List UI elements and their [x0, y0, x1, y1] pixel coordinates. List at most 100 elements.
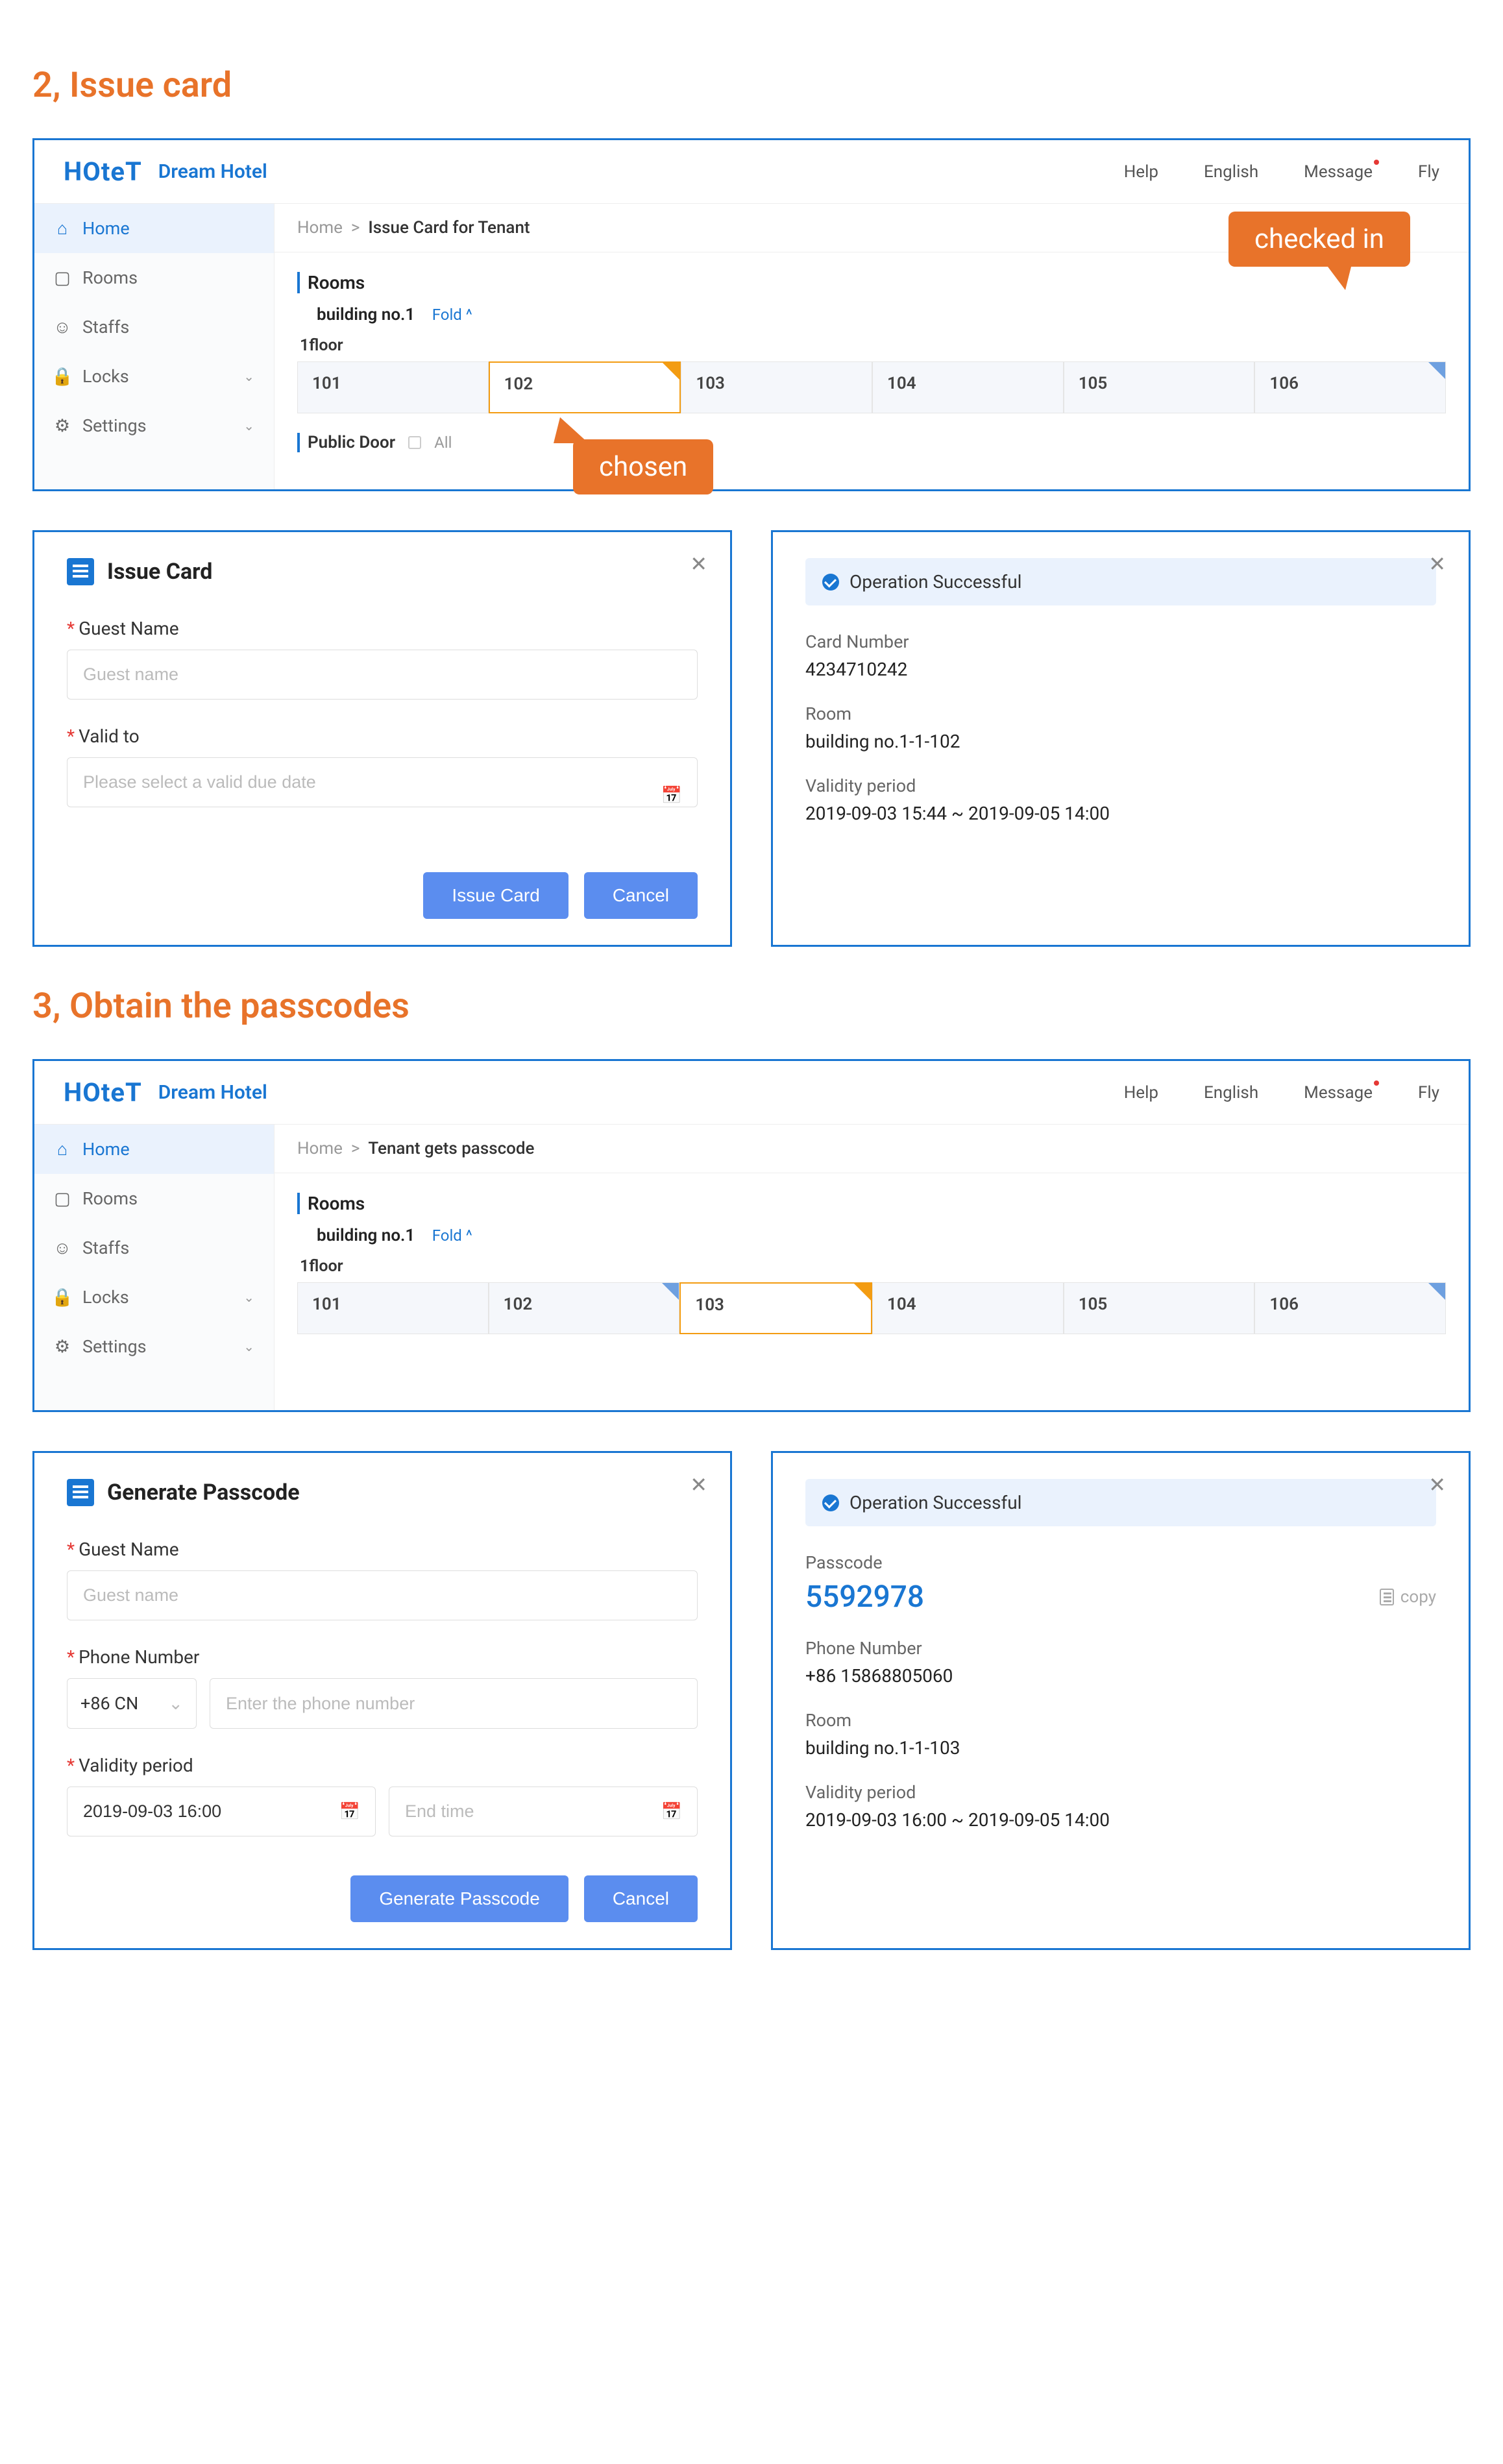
- sidebar-item-rooms[interactable]: ▢ Rooms: [34, 1174, 274, 1223]
- generate-passcode-button[interactable]: Generate Passcode: [350, 1875, 568, 1922]
- crumb-home[interactable]: Home: [297, 1139, 343, 1158]
- brand-name: Dream Hotel: [158, 160, 267, 183]
- validity-value: 2019-09-03 16:00 ~ 2019-09-05 14:00: [805, 1809, 1436, 1831]
- sidebar-item-label: Staffs: [82, 317, 129, 337]
- rooms-header: Rooms: [297, 272, 1446, 293]
- sidebar-item-settings[interactable]: ⚙ Settings ⌄: [34, 401, 274, 450]
- building-name: building no.1: [317, 305, 415, 324]
- sidebar-item-home[interactable]: ⌂ Home: [34, 204, 274, 253]
- sidebar-item-settings[interactable]: ⚙ Settings ⌄: [34, 1322, 274, 1371]
- end-time-input[interactable]: [389, 1787, 698, 1836]
- close-icon[interactable]: ✕: [1428, 552, 1446, 576]
- room-cell-102[interactable]: 102: [489, 361, 681, 413]
- topbar: HOteT Dream Hotel Help English Message F…: [34, 1061, 1469, 1125]
- nav-help[interactable]: Help: [1124, 1083, 1158, 1103]
- copy-button[interactable]: copy: [1380, 1587, 1436, 1607]
- valid-to-input[interactable]: [67, 757, 698, 807]
- start-time-input[interactable]: [67, 1787, 376, 1836]
- nav-message[interactable]: Message: [1304, 1083, 1373, 1103]
- home-icon: ⌂: [54, 1141, 71, 1158]
- validity-period-label: Validity period: [79, 1755, 193, 1776]
- phone-label: Phone Number: [805, 1638, 1436, 1659]
- room-cell-105[interactable]: 105: [1064, 1282, 1255, 1334]
- room-cell-104[interactable]: 104: [872, 361, 1064, 413]
- sidebar-item-label: Home: [82, 218, 130, 239]
- room-cell-103[interactable]: 103: [681, 361, 872, 413]
- room-cell-104[interactable]: 104: [872, 1282, 1064, 1334]
- public-door-label: Public Door: [297, 433, 395, 452]
- brand-name: Dream Hotel: [158, 1081, 267, 1104]
- room-grid: 101 102 103 104 105 106: [297, 1282, 1446, 1334]
- issue-card-panel: ✕ Issue Card *Guest Name *Valid to 📅 Iss…: [32, 530, 732, 947]
- room-cell-102[interactable]: 102: [489, 1282, 680, 1334]
- passcode-label: Passcode: [805, 1552, 1436, 1573]
- room-cell-106[interactable]: 106: [1254, 1282, 1446, 1334]
- calendar-icon: 📅: [661, 1802, 682, 1822]
- chevron-down-icon: ⌄: [168, 1693, 183, 1714]
- sidebar-item-home[interactable]: ⌂ Home: [34, 1125, 274, 1174]
- validity-label: Validity period: [805, 1782, 1436, 1803]
- settings-icon: ⚙: [54, 1338, 71, 1355]
- nav-user[interactable]: Fly: [1418, 1083, 1439, 1103]
- floor-label: 1floor: [297, 1257, 1446, 1276]
- success-banner: Operation Successful: [805, 1479, 1436, 1526]
- section-3-title: 3, Obtain the passcodes: [32, 986, 1471, 1027]
- guest-name-input[interactable]: [67, 1570, 698, 1620]
- guest-name-input[interactable]: [67, 650, 698, 700]
- room-cell-105[interactable]: 105: [1064, 361, 1255, 413]
- card-number-label: Card Number: [805, 631, 1436, 652]
- room-label: Room: [805, 703, 1436, 724]
- settings-icon: ⚙: [54, 417, 71, 434]
- calendar-icon: 📅: [661, 786, 682, 805]
- copy-icon: [1380, 1589, 1394, 1605]
- staffs-icon: ☺: [54, 319, 71, 335]
- locks-icon: 🔒: [54, 368, 71, 385]
- room-cell-106[interactable]: 106: [1254, 361, 1446, 413]
- breadcrumb: Home > Tenant gets passcode: [275, 1125, 1469, 1173]
- room-label: Room: [805, 1710, 1436, 1731]
- room-cell-103[interactable]: 103: [679, 1282, 872, 1334]
- sidebar-item-label: Settings: [82, 1336, 147, 1357]
- nav-language[interactable]: English: [1204, 162, 1258, 182]
- room-value: building no.1-1-102: [805, 731, 1436, 752]
- nav-language[interactable]: English: [1204, 1083, 1258, 1103]
- country-code-select[interactable]: +86 CN ⌄: [67, 1678, 197, 1729]
- chevron-down-icon: ⌄: [243, 1289, 254, 1305]
- sidebar-item-label: Locks: [82, 366, 129, 387]
- validity-label: Validity period: [805, 775, 1436, 796]
- sidebar-item-locks[interactable]: 🔒 Locks ⌄: [34, 352, 274, 401]
- crumb-home[interactable]: Home: [297, 218, 343, 238]
- generate-passcode-panel: ✕ Generate Passcode *Guest Name *Phone N…: [32, 1451, 732, 1950]
- sidebar-item-staffs[interactable]: ☺ Staffs: [34, 302, 274, 352]
- nav-message[interactable]: Message: [1304, 162, 1373, 182]
- sidebar-item-label: Locks: [82, 1287, 129, 1308]
- close-icon[interactable]: ✕: [690, 552, 707, 576]
- sidebar-item-rooms[interactable]: ▢ Rooms: [34, 253, 274, 302]
- fold-toggle[interactable]: Fold ^: [432, 1226, 472, 1245]
- section-2-title: 2, Issue card: [32, 65, 1471, 106]
- nav-user[interactable]: Fly: [1418, 162, 1439, 182]
- all-checkbox[interactable]: [408, 436, 421, 449]
- room-grid: 101 102 103 104 105 106: [297, 361, 1446, 413]
- phone-number-input[interactable]: [210, 1678, 698, 1729]
- issue-card-button[interactable]: Issue Card: [423, 872, 568, 919]
- sidebar-item-staffs[interactable]: ☺ Staffs: [34, 1223, 274, 1273]
- room-cell-101[interactable]: 101: [297, 1282, 489, 1334]
- form-icon: [67, 558, 94, 585]
- card-number-value: 4234710242: [805, 659, 1436, 680]
- close-icon[interactable]: ✕: [1428, 1472, 1446, 1497]
- validity-value: 2019-09-03 15:44 ~ 2019-09-05 14:00: [805, 803, 1436, 824]
- cancel-button[interactable]: Cancel: [584, 1875, 698, 1922]
- building-name: building no.1: [317, 1226, 415, 1245]
- sidebar: ⌂ Home ▢ Rooms ☺ Staffs 🔒 Locks ⌄ ⚙ Sett…: [34, 204, 275, 489]
- room-cell-101[interactable]: 101: [297, 361, 489, 413]
- fold-toggle[interactable]: Fold ^: [432, 306, 472, 324]
- cancel-button[interactable]: Cancel: [584, 872, 698, 919]
- chevron-down-icon: ⌄: [243, 1339, 254, 1354]
- sidebar-item-locks[interactable]: 🔒 Locks ⌄: [34, 1273, 274, 1322]
- nav-help[interactable]: Help: [1124, 162, 1158, 182]
- all-label: All: [434, 433, 452, 452]
- close-icon[interactable]: ✕: [690, 1472, 707, 1497]
- room-value: building no.1-1-103: [805, 1737, 1436, 1759]
- app-frame-passcode: HOteT Dream Hotel Help English Message F…: [32, 1059, 1471, 1412]
